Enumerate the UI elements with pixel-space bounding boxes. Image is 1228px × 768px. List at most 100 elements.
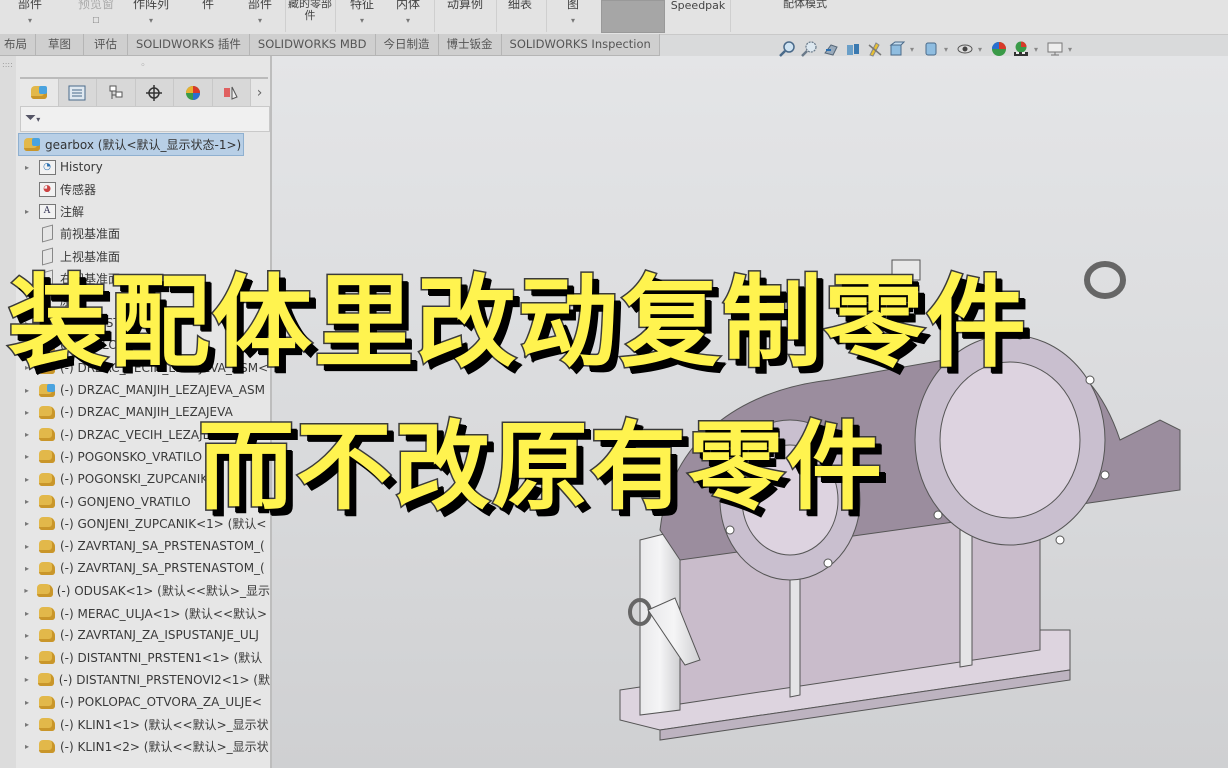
chevron-down-icon[interactable]: ▾ xyxy=(944,45,952,54)
ribbon-button-bom[interactable]: 细表 xyxy=(500,0,540,33)
tree-item[interactable]: ▸ ◔ History xyxy=(16,156,270,178)
tree-item[interactable]: ▸ (-) MERAC_ULJA<1> (默认<<默认> xyxy=(16,602,270,624)
part-icon xyxy=(38,605,56,621)
display-manager-tab[interactable] xyxy=(174,79,213,106)
ribbon-button-part[interactable]: 件 xyxy=(186,0,230,33)
left-splitter[interactable]: :::: xyxy=(0,56,16,768)
edit-appearance-icon[interactable] xyxy=(990,40,1008,58)
ribbon-button-view[interactable]: 图 ▾ xyxy=(556,0,590,33)
tree-item-label: (-) KLIN1<1> (默认<<默认>_显示状 xyxy=(60,718,269,732)
chevron-down-icon[interactable]: ▾ xyxy=(910,45,918,54)
ribbon-button-hidden-components[interactable]: 藏的零部件 xyxy=(288,0,332,33)
display-style-icon[interactable] xyxy=(922,40,940,58)
dynamic-annotation-icon[interactable] xyxy=(866,40,884,58)
tab-today-manufacturing[interactable]: 今日制造 xyxy=(375,34,439,56)
tab-solidworks-mbd[interactable]: SOLIDWORKS MBD xyxy=(249,34,376,56)
tab-evaluate[interactable]: 评估 xyxy=(84,34,128,56)
expand-arrow-icon[interactable]: ▸ xyxy=(22,675,32,684)
filter-icon[interactable]: ⏷▾ xyxy=(25,110,40,126)
tab-sheet-metal[interactable]: 博士钣金 xyxy=(438,34,502,56)
expand-arrow-icon[interactable]: ▸ xyxy=(22,408,32,417)
expand-arrow-icon[interactable]: ▸ xyxy=(22,542,32,551)
expand-arrow-icon[interactable]: ▸ xyxy=(22,475,32,484)
expand-arrow-icon[interactable]: ▸ xyxy=(22,452,32,461)
tree-item[interactable]: ▸ (-) ZAVRTANJ_ZA_ISPUSTANJE_ULJ xyxy=(16,624,270,646)
expand-arrow-icon[interactable]: ▸ xyxy=(22,720,32,729)
tab-layout[interactable]: 布局 xyxy=(0,34,36,56)
ribbon-button-preview-window[interactable]: 预览窗 ☐ xyxy=(66,0,126,33)
tree-filter-bar[interactable]: ⏷▾ xyxy=(20,106,270,132)
tree-item[interactable]: ▸ (-) ZAVRTANJ_SA_PRSTENASTOM_( xyxy=(16,557,270,579)
tree-item-label: (-) POGONSKO_VRATILO xyxy=(60,449,203,464)
expand-arrow-icon[interactable]: ▸ xyxy=(22,386,32,395)
panel-grip-icon[interactable]: ◦ xyxy=(16,56,270,76)
expand-arrow-icon[interactable]: ▸ xyxy=(22,564,32,573)
part-icon xyxy=(38,516,56,532)
ribbon-button-speedpak[interactable]: Speedpak xyxy=(668,0,728,33)
expand-arrow-icon[interactable]: ▸ xyxy=(22,430,32,439)
tree-item-label: (-) DISTANTNI_PRSTENOVI2<1> (默 xyxy=(58,673,270,688)
tree-item[interactable]: ▸ (-) POKLOPAC_OTVORA_ZA_ULJE< xyxy=(16,691,270,713)
expand-arrow-icon[interactable]: ▸ xyxy=(22,497,32,506)
tab-solidworks-inspection[interactable]: SOLIDWORKS Inspection xyxy=(501,34,660,56)
part-icon xyxy=(38,494,56,510)
tab-sketch[interactable]: 草图 xyxy=(36,34,84,56)
chevron-down-icon[interactable]: ▾ xyxy=(1068,45,1076,54)
tree-item[interactable]: ▸ (-) DRZAC_MANJIH_LEZAJEVA_ASM xyxy=(16,379,270,401)
chevron-right-icon[interactable]: › xyxy=(251,79,268,106)
tree-item[interactable]: ▸ (-) DISTANTNI_PRSTENOVI2<1> (默 xyxy=(16,669,270,691)
apply-scene-icon[interactable] xyxy=(1012,40,1030,58)
ribbon-button-components[interactable]: 部件 ▾ xyxy=(240,0,280,33)
tree-item[interactable]: ▸ (-) KLIN1<1> (默认<<默认>_显示状 xyxy=(16,714,270,736)
expand-arrow-icon[interactable]: ▸ xyxy=(22,207,32,216)
tree-item-label: 注解 xyxy=(60,205,85,220)
tree-item[interactable]: ▸ A 注解 xyxy=(16,201,270,223)
tree-item[interactable]: ▸ (-) ZAVRTANJ_SA_PRSTENASTOM_( xyxy=(16,535,270,557)
tree-item-label: 上视基准面 xyxy=(60,249,121,264)
video-title-line-1: 装配体里改动复制零件 xyxy=(7,264,1028,381)
tab-solidworks-addins[interactable]: SOLIDWORKS 插件 xyxy=(128,34,250,56)
ribbon-button-features[interactable]: 特征 ▾ xyxy=(342,0,382,33)
tree-item[interactable]: ▸ (-) KLIN1<2> (默认<<默认>_显示状 xyxy=(16,736,270,758)
feature-manager-tab[interactable] xyxy=(20,79,59,106)
tree-item-label: (-) DRZAC_MANJIH_LEZAJEVA_ASM xyxy=(60,383,265,397)
dimxpert-manager-tab[interactable] xyxy=(135,79,175,106)
ribbon-button-pattern[interactable]: 作阵列 ▾ xyxy=(126,0,176,33)
previous-view-icon[interactable] xyxy=(822,40,840,58)
ribbon-button-assembly-mode[interactable]: 配体模式 xyxy=(780,0,830,33)
configuration-manager-tab[interactable] xyxy=(97,79,136,106)
zoom-to-area-icon[interactable] xyxy=(800,40,818,58)
expand-arrow-icon[interactable]: ▸ xyxy=(22,742,32,751)
expand-arrow-icon[interactable]: ▸ xyxy=(22,586,31,595)
chevron-down-icon[interactable]: ▾ xyxy=(978,45,986,54)
chevron-down-icon: ▾ xyxy=(148,16,153,25)
expand-arrow-icon[interactable]: ▸ xyxy=(22,519,32,528)
expand-arrow-icon[interactable]: ▸ xyxy=(22,163,32,172)
ribbon-button-body[interactable]: 内体 ▾ xyxy=(388,0,428,33)
display-manager-icon xyxy=(185,85,200,100)
zoom-to-fit-icon[interactable] xyxy=(778,40,796,58)
property-manager-tab[interactable] xyxy=(58,79,98,106)
chevron-down-icon[interactable]: ▾ xyxy=(1034,45,1042,54)
expand-arrow-icon[interactable]: ▸ xyxy=(22,653,32,662)
chevron-down-icon: ▾ xyxy=(257,16,262,25)
tree-item[interactable]: ◕ 传感器 xyxy=(16,178,270,200)
assembly-icon xyxy=(23,137,41,153)
hide-show-items-icon[interactable] xyxy=(956,40,974,58)
tree-item[interactable]: ▸ (-) DISTANTNI_PRSTEN1<1> (默认 xyxy=(16,647,270,669)
assembly-icon xyxy=(30,86,47,99)
ribbon-button-motion-study[interactable]: 动算例 xyxy=(440,0,490,33)
cam-manager-tab[interactable] xyxy=(212,79,252,106)
tree-item[interactable]: 前视基准面 xyxy=(16,223,270,245)
manager-tabs: › xyxy=(20,77,268,107)
view-settings-icon[interactable] xyxy=(1046,40,1064,58)
heads-up-view-toolbar: ▾ ▾ ▾ ▾ ▾ xyxy=(778,38,1076,60)
view-orientation-icon[interactable] xyxy=(888,40,906,58)
tree-item[interactable]: ▸ (-) ODUSAK<1> (默认<<默认>_显示 xyxy=(16,580,270,602)
tree-root-gearbox[interactable]: gearbox (默认<默认_显示状态-1>) xyxy=(18,133,244,156)
expand-arrow-icon[interactable]: ▸ xyxy=(22,698,32,707)
ribbon-button-component[interactable]: 部件 ▾ xyxy=(0,0,60,33)
expand-arrow-icon[interactable]: ▸ xyxy=(22,609,32,618)
section-view-icon[interactable] xyxy=(844,40,862,58)
expand-arrow-icon[interactable]: ▸ xyxy=(22,631,32,640)
